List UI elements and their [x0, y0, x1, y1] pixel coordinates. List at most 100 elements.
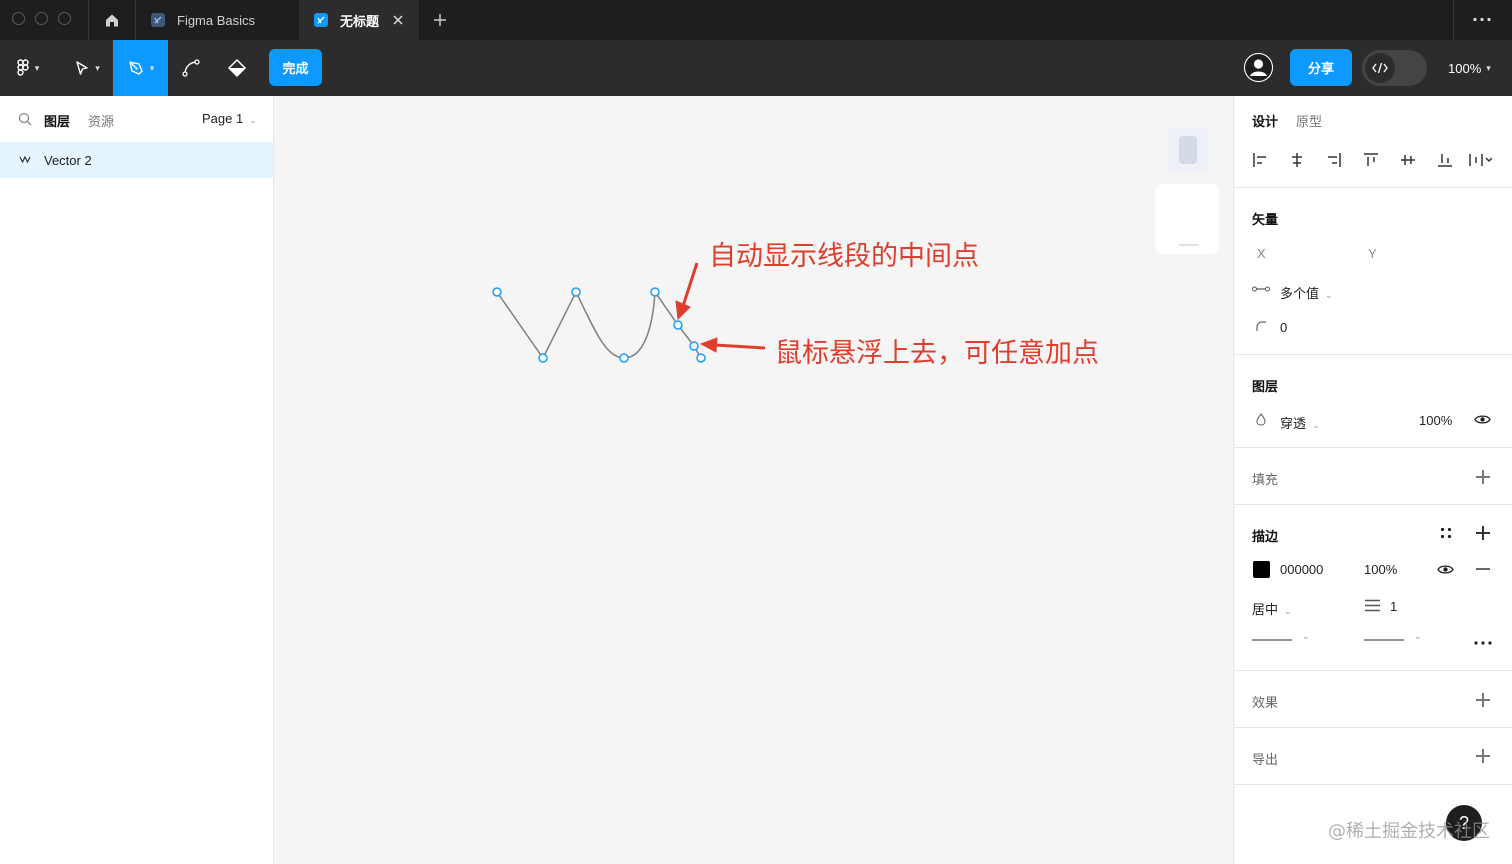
avatar[interactable] — [1244, 53, 1273, 82]
stroke-color-swatch[interactable] — [1253, 561, 1270, 578]
move-tool-button[interactable]: ▾ — [62, 40, 112, 96]
corner-radius-input[interactable]: 0 — [1280, 320, 1287, 335]
stroke-weight-icon — [1365, 599, 1380, 612]
eye-icon[interactable] — [1437, 564, 1454, 575]
watermark: @稀土掘金技术社区 — [1328, 821, 1490, 842]
layer-row[interactable]: Vector 2 — [0, 142, 273, 178]
blend-mode-dropdown[interactable]: 穿透 ⌄ — [1280, 413, 1320, 432]
chevron-down-icon: ▾ — [95, 62, 100, 73]
stroke-position-dropdown[interactable]: 居中 ⌄ — [1252, 599, 1292, 618]
pen-tool-button[interactable]: ▾ — [113, 40, 168, 96]
stroke-color-hex[interactable]: 000000 — [1280, 562, 1323, 577]
chevron-down-icon: ⌄ — [1302, 631, 1310, 641]
anchor-point — [571, 287, 581, 297]
canvas[interactable]: 自动显示线段的中间点 鼠标悬浮上去，可任意加点 — [275, 96, 1233, 864]
alignment-toolbar — [1253, 153, 1492, 167]
tab-prototype[interactable]: 原型 — [1296, 111, 1322, 130]
divider — [1234, 187, 1512, 188]
stroke-opacity-input[interactable]: 100% — [1364, 562, 1397, 577]
tab-figma-basics[interactable]: Figma Basics — [136, 0, 298, 40]
multi-value-dropdown[interactable]: 多个值 ⌄ — [1280, 283, 1333, 302]
stroke-weight-input[interactable]: 1 — [1390, 599, 1397, 614]
bend-curve-icon — [182, 59, 200, 77]
annotation-hover-add-point: 鼠标悬浮上去，可任意加点 — [775, 338, 1099, 369]
close-tab-icon[interactable] — [393, 15, 403, 25]
anchor-point — [650, 287, 660, 297]
layer-opacity-input[interactable]: 100% — [1419, 413, 1452, 428]
tab-design[interactable]: 设计 — [1252, 111, 1278, 130]
add-export-icon[interactable] — [1476, 749, 1490, 763]
line-end-icon — [1364, 639, 1404, 641]
remove-stroke-icon[interactable] — [1476, 568, 1490, 570]
properties-panel: 设计 原型 矢量 X Y 多个值 ⌄ 0 图层 穿透 ⌄ 100% 填充 描边 — [1233, 96, 1512, 864]
figma-file-icon — [151, 13, 165, 27]
cursor-arrow-icon — [76, 61, 88, 75]
done-button[interactable]: 完成 — [269, 49, 322, 86]
style-grid-icon[interactable] — [1440, 527, 1452, 539]
divider — [1453, 0, 1454, 40]
home-icon — [106, 14, 118, 27]
close-window-button[interactable] — [12, 12, 25, 25]
annotation-arrowhead — [699, 337, 718, 353]
page-dropdown[interactable]: Page 1 ⌄ — [202, 111, 257, 126]
end-point-dropdown[interactable]: ⌄ — [1364, 631, 1424, 646]
tab-untitled[interactable]: 无标题 — [299, 0, 419, 40]
blend-drop-icon — [1256, 413, 1266, 426]
stroke-position-label: 居中 — [1252, 602, 1279, 617]
more-stroke-options-icon[interactable] — [1474, 641, 1492, 645]
main-menu-button[interactable]: ▾ — [0, 40, 56, 96]
vector-path[interactable] — [275, 96, 1233, 864]
midpoint-handle — [673, 320, 683, 330]
zoom-dropdown[interactable]: 100% ▾ — [1448, 40, 1491, 96]
tab-label: 无标题 — [340, 13, 380, 29]
blend-mode-label: 穿透 — [1280, 416, 1307, 431]
paint-bucket-button[interactable] — [216, 40, 258, 96]
fill-section-title: 填充 — [1252, 472, 1279, 487]
tab-assets[interactable]: 资源 — [88, 111, 114, 130]
dev-mode-toggle[interactable] — [1362, 50, 1427, 86]
multi-value-label: 多个值 — [1280, 286, 1320, 301]
home-tab[interactable] — [89, 0, 135, 40]
align-bottom-icon — [1438, 154, 1452, 167]
distribute-icon — [1469, 154, 1492, 166]
vector-section-title: 矢量 — [1252, 212, 1279, 227]
title-bar: Figma Basics 无标题 — [0, 0, 1512, 40]
paint-bucket-icon — [227, 58, 247, 78]
more-options-icon[interactable] — [1473, 17, 1491, 22]
vector-stroke — [496, 289, 702, 360]
chevron-down-icon: ⌄ — [1284, 606, 1292, 616]
annotation-arrow — [681, 262, 699, 307]
add-effect-icon[interactable] — [1476, 693, 1490, 707]
new-tab-icon[interactable] — [433, 13, 447, 27]
annotation-arrow — [714, 343, 766, 350]
eye-icon[interactable] — [1474, 414, 1491, 425]
tab-label: Figma Basics — [177, 12, 256, 28]
export-section-title: 导出 — [1252, 752, 1279, 767]
tab-layers[interactable]: 图层 — [44, 111, 70, 130]
vector-icon — [19, 155, 31, 164]
divider — [1234, 784, 1512, 785]
chevron-down-icon: ⌄ — [1414, 631, 1422, 641]
code-icon — [1365, 53, 1395, 83]
x-label: X — [1257, 246, 1266, 261]
align-left-icon — [1253, 153, 1266, 167]
anchor-point — [619, 353, 629, 363]
chevron-down-icon: ▾ — [149, 62, 155, 73]
align-horizontal-center-icon — [1292, 153, 1302, 167]
layer-section-title: 图层 — [1252, 379, 1279, 394]
search-icon[interactable] — [18, 112, 32, 126]
y-label: Y — [1368, 246, 1377, 261]
y-input[interactable] — [1384, 240, 1464, 266]
start-point-dropdown[interactable]: ⌄ — [1252, 631, 1312, 646]
minimize-window-button[interactable] — [35, 12, 48, 25]
add-fill-icon[interactable] — [1476, 470, 1490, 484]
chevron-down-icon: ⌄ — [1325, 290, 1333, 300]
add-stroke-icon[interactable] — [1476, 526, 1490, 540]
share-button[interactable]: 分享 — [1290, 49, 1352, 86]
maximize-window-button[interactable] — [58, 12, 71, 25]
bend-tool-button[interactable] — [170, 40, 212, 96]
x-input[interactable] — [1274, 240, 1354, 266]
divider — [1234, 504, 1512, 505]
divider — [1234, 447, 1512, 448]
anchor-point — [538, 353, 548, 363]
